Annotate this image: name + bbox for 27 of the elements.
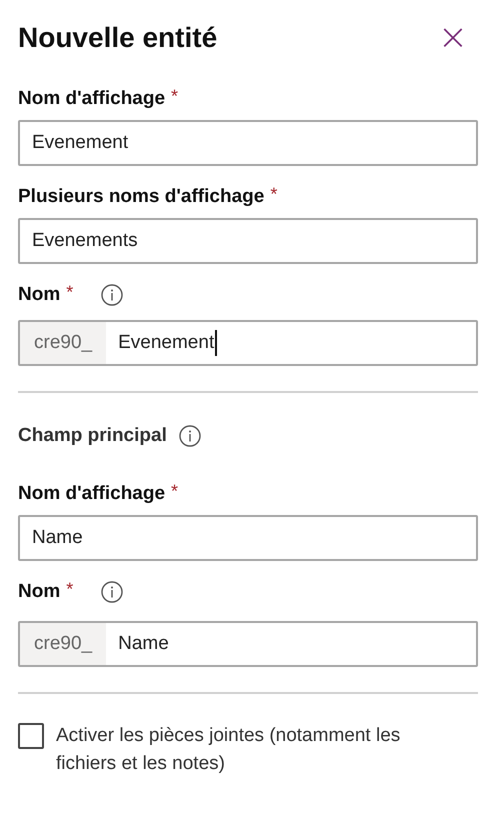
- prefix-label: cre90_: [20, 322, 106, 364]
- field-label: Nom d'affichage: [18, 483, 166, 505]
- checkbox[interactable]: [18, 723, 44, 749]
- input-field[interactable]: Evenements: [18, 218, 478, 264]
- field-label: Nom: [18, 581, 60, 603]
- field-label: Plusieurs noms d'affichage: [18, 186, 264, 208]
- checkbox-label: Activer les pièces jointes (notamment les fichiers et les notes): [56, 724, 402, 776]
- field-value: Evenement: [117, 332, 214, 354]
- close-button[interactable]: ×: [434, 20, 472, 56]
- input-field[interactable]: cre90_ Evenement: [18, 320, 478, 366]
- section-heading: Champ principal: [18, 425, 167, 447]
- field-label: Nom d'affichage: [18, 88, 166, 110]
- input-field[interactable]: Evenement: [18, 120, 478, 166]
- required-mark: *: [66, 282, 74, 303]
- info-icon[interactable]: [101, 284, 124, 306]
- input-field[interactable]: cre90_ Name: [18, 621, 478, 667]
- field-value: Name: [117, 633, 169, 655]
- required-mark: *: [171, 86, 178, 107]
- required-mark: *: [171, 481, 178, 502]
- prefix-label: cre90_: [20, 623, 106, 665]
- input-field[interactable]: Name: [18, 515, 478, 561]
- field-label: Nom: [18, 284, 60, 306]
- required-mark: *: [270, 184, 278, 205]
- required-mark: *: [66, 579, 74, 600]
- info-icon[interactable]: [178, 425, 201, 447]
- panel-title: Nouvelle entité: [18, 22, 218, 54]
- info-icon[interactable]: [101, 581, 124, 603]
